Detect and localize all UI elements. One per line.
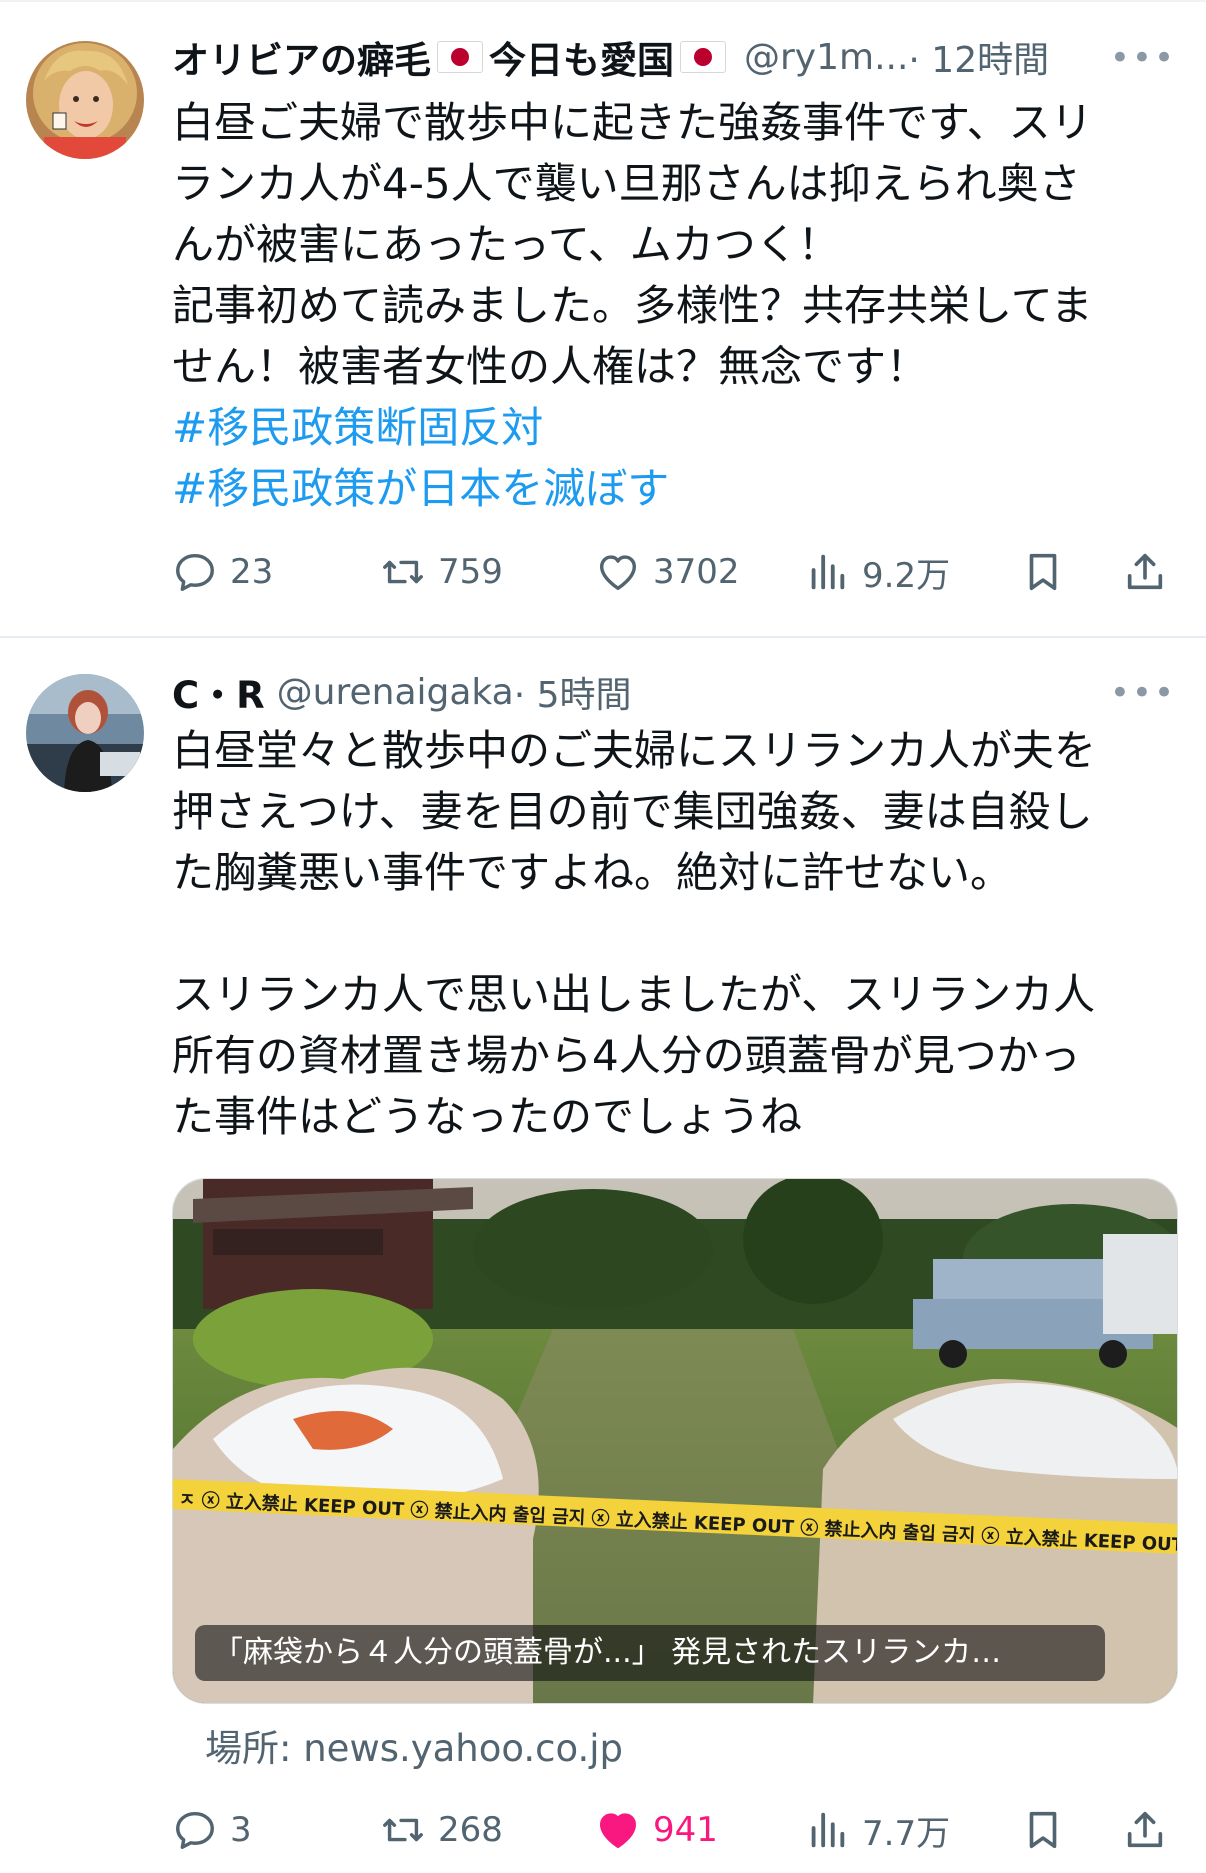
bookmark-icon <box>1029 553 1057 591</box>
retweet-icon <box>383 560 423 584</box>
text-line: た事件はどうなったのでしょうね <box>172 1092 803 1141</box>
views-icon <box>811 1812 845 1848</box>
tweet-text: 白昼ご夫婦で散歩中に起きた強姦事件です、スリ ランカ人が4-5人で襲い旦那さんは… <box>172 92 1182 519</box>
text-line: せん！被害者女性の人権は？無念です！ <box>172 342 929 391</box>
reply-button[interactable]: 23 <box>172 542 273 602</box>
retweet-count: 759 <box>438 552 503 592</box>
timestamp[interactable]: · 5時間 <box>514 666 632 718</box>
like-icon <box>599 555 637 591</box>
bookmark-icon <box>1029 1811 1057 1849</box>
flag-japan-icon <box>437 41 483 73</box>
reply-icon <box>176 1811 214 1849</box>
avatar[interactable] <box>26 674 144 792</box>
reply-count: 3 <box>230 1810 252 1850</box>
tweet-header: C・R @urenaigaka · 5時間 ••• <box>172 665 1176 719</box>
action-bar: 3 268 941 7.7万 <box>172 1800 1172 1860</box>
handle[interactable]: @ry1m... <box>744 37 908 78</box>
more-icon[interactable]: ••• <box>1110 38 1176 78</box>
link-card-caption: 「麻袋から４人分の頭蓋骨が...」 発見されたスリランカ… <box>195 1625 1105 1681</box>
like-count: 941 <box>653 1810 718 1850</box>
display-name[interactable]: C・R <box>172 665 265 719</box>
tweet-header: オリビアの癖毛 今日も愛国 @ry1m... · 12時間 ••• <box>172 30 1176 84</box>
link-card-source[interactable]: 場所: news.yahoo.co.jp <box>205 1718 623 1772</box>
views-icon <box>811 554 845 590</box>
display-name[interactable]: オリビアの癖毛 <box>172 30 431 84</box>
display-name-suffix[interactable]: 今日も愛国 <box>489 30 674 84</box>
text-line: た胸糞悪い事件ですよね。絶対に許せない。 <box>172 848 1013 897</box>
avatar[interactable] <box>26 41 144 159</box>
hashtag-link[interactable]: #移民政策が日本を滅ぼす <box>172 458 1182 519</box>
tweet[interactable]: C・R @urenaigaka · 5時間 ••• 白昼堂々と散歩中のご夫婦にス… <box>0 640 1206 1873</box>
like-count: 3702 <box>653 552 740 592</box>
views-count: 9.2万 <box>862 555 951 596</box>
like-icon <box>599 1813 637 1849</box>
link-card[interactable]: ㅈ ⓧ 立入禁止 KEEP OUT ⓧ 禁止入内 출입 금지 ⓧ 立入禁止 KE… <box>172 1178 1178 1704</box>
bookmark-button[interactable] <box>1020 542 1078 602</box>
retweet-icon <box>383 1818 423 1842</box>
like-button[interactable]: 941 <box>595 1800 718 1860</box>
tweet[interactable]: オリビアの癖毛 今日も愛国 @ry1m... · 12時間 ••• 白昼ご夫婦で… <box>0 0 1206 638</box>
reply-count: 23 <box>230 552 274 592</box>
retweet-button[interactable]: 759 <box>380 542 503 602</box>
bookmark-button[interactable] <box>1020 1800 1078 1860</box>
retweet-count: 268 <box>438 1810 503 1850</box>
reply-button[interactable]: 3 <box>172 1800 252 1860</box>
share-icon <box>1127 1811 1163 1848</box>
like-button[interactable]: 3702 <box>595 542 740 602</box>
hashtag-link[interactable]: #移民政策断固反対 <box>172 397 1182 458</box>
text-line: ランカ人が4-5人で襲い旦那さんは抑えられ奥さ <box>172 159 1081 208</box>
text-line: んが被害にあったって、ムカつく！ <box>172 220 840 269</box>
share-button[interactable] <box>1122 1800 1180 1860</box>
flag-japan-icon <box>680 41 726 73</box>
text-line <box>172 903 1182 964</box>
text-line: 記事初めて読みました。多様性？共存共栄してま <box>172 281 1093 330</box>
handle[interactable]: @urenaigaka <box>277 672 514 713</box>
text-line: 白昼ご夫婦で散歩中に起きた強姦事件です、スリ <box>172 98 1093 147</box>
retweet-button[interactable]: 268 <box>380 1800 503 1860</box>
action-bar: 23 759 3702 9.2万 <box>172 542 1172 602</box>
tweet-text: 白昼堂々と散歩中のご夫婦にスリランカ人が夫を 押さえつけ、妻を目の前で集団強姦、… <box>172 720 1182 1147</box>
text-line: 押さえつけ、妻を目の前で集団強姦、妻は自殺し <box>172 787 1093 836</box>
views-button[interactable]: 9.2万 <box>804 542 950 602</box>
share-button[interactable] <box>1122 542 1180 602</box>
timestamp[interactable]: · 12時間 <box>908 31 1049 83</box>
text-line: スリランカ人で思い出しましたが、スリランカ人 <box>172 970 1096 1019</box>
text-line: 所有の資材置き場から4人分の頭蓋骨が見つかっ <box>172 1031 1081 1080</box>
share-icon <box>1127 553 1163 590</box>
more-icon[interactable]: ••• <box>1110 673 1176 713</box>
reply-icon <box>176 553 214 591</box>
text-line: 白昼堂々と散歩中のご夫婦にスリランカ人が夫を <box>172 726 1097 775</box>
views-count: 7.7万 <box>862 1813 951 1854</box>
views-button[interactable]: 7.7万 <box>804 1800 950 1860</box>
